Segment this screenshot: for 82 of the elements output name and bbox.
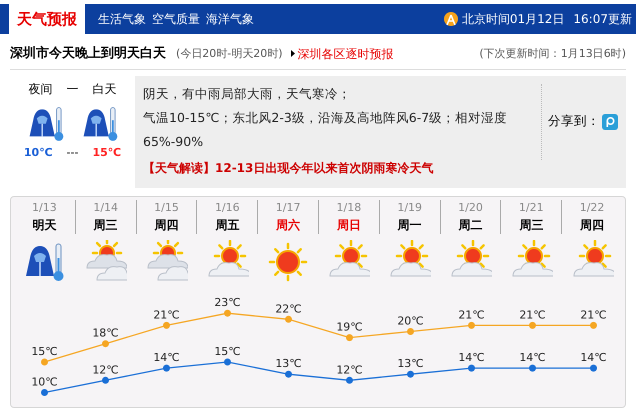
temperature-label: 13℃	[275, 357, 302, 370]
temperature-label: 21℃	[580, 308, 607, 322]
temperature-label: 21℃	[519, 308, 546, 322]
temperature-label: 12℃	[92, 363, 119, 376]
data-point	[41, 358, 48, 366]
weekday: 周五	[215, 217, 240, 234]
weekday: 明天	[32, 217, 56, 234]
temperature-label: 19℃	[336, 320, 363, 334]
next-update: (下次更新时间：1月13日6时)	[479, 46, 626, 62]
temperature-label: 13℃	[397, 357, 424, 370]
triangle-icon	[290, 50, 295, 58]
broadcast-tower-icon	[442, 11, 459, 27]
nav-tab[interactable]: 空气质量	[149, 4, 203, 34]
update-time: 16:07更新	[573, 11, 632, 28]
data-point	[285, 316, 292, 323]
weather-description: 阴天，有中雨局部大雨，天气寒冷；	[143, 84, 352, 102]
temperature-label: 22℃	[275, 302, 302, 316]
dash-label: 一	[66, 80, 78, 98]
weekday: 周四	[580, 217, 604, 234]
data-point	[468, 322, 475, 329]
data-point	[224, 358, 231, 366]
weekday: 周四	[154, 217, 178, 234]
temperature-label: 10℃	[31, 376, 58, 388]
weekday: 周三	[519, 217, 544, 234]
weekday: 周日	[336, 217, 361, 234]
temperature-label: 21℃	[458, 308, 485, 322]
data-point	[346, 334, 353, 342]
data-point	[468, 364, 475, 372]
data-point	[407, 370, 414, 378]
temperature-label: 14℃	[458, 351, 485, 364]
temperature-label: 15℃	[31, 345, 58, 358]
temperature-label: 18℃	[92, 326, 119, 340]
temperature-label: 23℃	[214, 296, 241, 310]
forecast-title: 深圳市今天晚上到明天白天	[10, 44, 166, 63]
separator: ---	[66, 145, 78, 162]
forecast-date: 1/16	[214, 200, 240, 216]
weekday: 周六	[276, 217, 300, 234]
beijing-time: 北京时间01月12日	[462, 11, 564, 28]
data-point	[285, 370, 292, 378]
day-label: 白天	[92, 80, 116, 98]
district-forecast-link[interactable]: 深圳各区逐时预报	[298, 44, 394, 63]
data-point	[102, 340, 109, 348]
forecast-date: 1/17	[276, 200, 300, 216]
weather-details: 气温10-15℃；东北风2-3级，沿海及高地阵风6-7级；相对湿度65%-90%	[143, 108, 508, 150]
forecast-date: 1/20	[458, 200, 483, 216]
data-point	[529, 322, 536, 329]
time-range: (今日20时-明天20时)	[176, 46, 283, 62]
nav-tab[interactable]: 海洋气象	[203, 4, 257, 34]
data-point	[163, 322, 170, 329]
forecast-date: 1/21	[518, 200, 544, 216]
temperature-label: 14℃	[153, 351, 180, 364]
weekday: 周二	[458, 217, 482, 234]
weekday: 周一	[398, 217, 422, 234]
data-point	[224, 310, 231, 317]
temperature-label: 20℃	[397, 314, 424, 328]
temperature-label: 14℃	[580, 351, 607, 364]
temperature-label: 15℃	[214, 345, 241, 358]
share-icon[interactable]	[602, 114, 618, 130]
forecast-date: 1/19	[397, 200, 422, 216]
data-point	[590, 364, 597, 372]
data-point	[346, 376, 353, 384]
forecast-date: 1/15	[154, 200, 179, 216]
forecast-date: 1/22	[580, 200, 604, 216]
data-point	[590, 322, 597, 329]
data-point	[407, 328, 414, 335]
night-label: 夜间	[28, 80, 52, 98]
forecast-date: 1/14	[93, 200, 118, 216]
data-point	[163, 364, 170, 372]
temperature-label: 21℃	[153, 308, 180, 322]
night-temperature: 10℃	[24, 145, 53, 162]
temperature-label: 14℃	[519, 351, 546, 364]
share-label: 分享到：	[548, 112, 600, 130]
weather-notice[interactable]: 【天气解读】12-13日出现今年以来首次阴雨寒冷天气	[143, 156, 538, 180]
weekday: 周三	[94, 217, 118, 234]
data-point	[102, 376, 109, 384]
data-point	[529, 364, 536, 372]
day-temperature: 15℃	[92, 145, 122, 162]
forecast-date: 1/18	[336, 200, 362, 216]
data-point	[41, 389, 48, 396]
nav-tab[interactable]: 生活气象	[95, 4, 149, 34]
temperature-label: 12℃	[336, 363, 363, 376]
forecast-date: 1/13	[32, 200, 57, 216]
